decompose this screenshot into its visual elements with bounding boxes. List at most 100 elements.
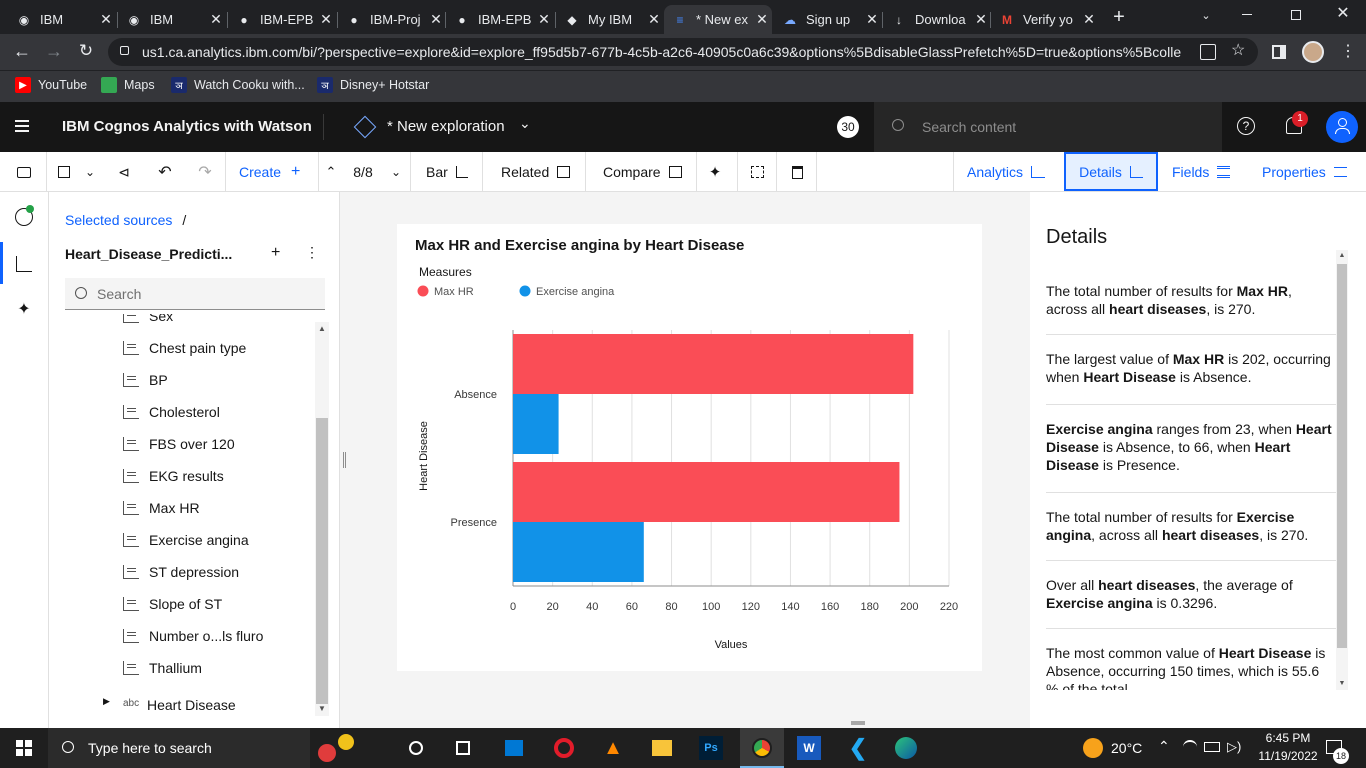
legend-label[interactable]: Exercise angina [536,286,615,298]
wifi-icon[interactable] [1183,740,1197,754]
field-max-hr[interactable]: Max HR [123,498,200,518]
close-tab-icon[interactable]: ✕ [426,11,446,28]
legend-label[interactable]: Max HR [434,286,474,298]
panel-splitter[interactable] [339,192,349,728]
close-tab-icon[interactable]: ✕ [534,11,554,28]
chevron-down-icon[interactable]: ⌄ [519,115,531,132]
hamburger-menu-icon[interactable] [15,120,29,132]
browser-tab[interactable]: ● IBM-EPB ✕ [446,5,554,34]
forward-icon[interactable]: → [44,41,64,61]
scroll-up-icon[interactable]: ▲ [1336,250,1348,262]
widgets-icon[interactable] [451,736,475,760]
save-chevron-down-icon[interactable]: ⌄ [82,152,98,192]
field-exercise-angina[interactable]: Exercise angina [123,530,249,550]
bookmark-youtube[interactable]: ▶ YouTube [15,77,87,93]
windows-start-icon[interactable] [16,740,32,756]
url-field[interactable]: us1.ca.analytics.ibm.com/bi/?perspective… [108,38,1258,66]
pin-icon[interactable]: ✦ [705,152,725,192]
chevron-up-icon[interactable]: ⌃ [323,152,339,192]
browser-tab[interactable]: ◉ IBM ✕ [8,5,116,34]
legend-swatch[interactable] [417,285,429,297]
analytics-button[interactable]: Analytics [967,152,1053,192]
field-search-input[interactable]: Search [65,278,325,310]
comment-icon[interactable] [14,152,34,192]
bookmark-hotstar[interactable]: ञ Disney+ Hotstar [317,77,429,93]
bar[interactable] [513,522,644,582]
bookmark-star-icon[interactable]: ☆ [1231,40,1249,62]
browser-tab[interactable]: ◉ IBM ✕ [118,5,226,34]
add-icon[interactable]: + [271,244,280,262]
bar[interactable] [513,462,900,522]
field-ekg-results[interactable]: EKG results [123,466,224,486]
bar[interactable] [513,394,559,454]
compare-button[interactable]: Compare [603,152,687,192]
field-number-o-ls-fluro[interactable]: Number o...ls fluro [123,626,263,646]
browser-tab[interactable]: ● IBM-Proj ✕ [338,5,446,34]
chart-type-button[interactable]: Bar [426,152,474,192]
field-fbs-over-120[interactable]: FBS over 120 [123,434,235,454]
overflow-menu-icon[interactable]: ⋮ [305,244,319,261]
browser-tab[interactable]: M Verify yo ✕ [991,5,1099,34]
bar[interactable] [513,334,914,394]
scroll-up-icon[interactable]: ▲ [315,322,329,336]
bookmark-maps[interactable]: Maps [101,77,155,93]
help-icon[interactable]: ? [1237,117,1255,135]
share-icon[interactable] [1200,44,1216,60]
bookmark-cooku[interactable]: ञ Watch Cooku with... [171,77,305,93]
field-cholesterol[interactable]: Cholesterol [123,402,220,422]
clock-date[interactable]: 11/19/2022 [1252,749,1324,763]
speaker-icon[interactable]: ▷) [1227,739,1241,755]
field-thallium[interactable]: Thallium [123,658,202,678]
scrollbar[interactable]: ▲ ▼ [315,322,329,716]
exploration-title[interactable]: * New exploration [387,118,505,135]
chevron-down-icon[interactable]: ⌄ [388,152,404,192]
restore-window-icon[interactable] [1291,10,1301,20]
tab-search-icon[interactable]: ⌄ [1196,6,1216,26]
create-button[interactable]: Create + [239,152,305,192]
fullscreen-icon[interactable] [748,152,766,192]
hierarchy-icon[interactable] [16,256,32,272]
browser-tab[interactable]: ≡ * New ex ✕ [664,5,772,34]
fields-button[interactable]: Fields [1172,152,1236,192]
close-tab-icon[interactable]: ✕ [316,11,336,28]
browser-tab[interactable]: ↓ Downloa ✕ [883,5,991,34]
file-explorer-icon[interactable] [650,736,674,760]
close-tab-icon[interactable]: ✕ [206,11,226,28]
expand-caret-icon[interactable]: ▶ [103,696,110,707]
show-hidden-icons-icon[interactable]: ⌃ [1158,738,1170,755]
close-tab-icon[interactable]: ✕ [1079,11,1099,28]
microsoft-store-icon[interactable] [502,736,526,760]
delete-icon[interactable] [789,152,805,192]
chart-card[interactable]: Max HR and Exercise angina by Heart Dise… [397,224,982,671]
user-avatar[interactable] [1326,111,1358,143]
vscode-icon[interactable]: ❮ [846,735,870,760]
opera-icon[interactable] [552,736,576,760]
close-tab-icon[interactable]: ✕ [971,11,991,28]
browser-tab[interactable]: ◆ My IBM ✕ [556,5,664,34]
reload-icon[interactable]: ↻ [76,41,96,61]
field-sex[interactable]: Sex [123,314,173,326]
scrollbar-thumb[interactable] [316,418,328,704]
browser-tab[interactable]: ● IBM-EPB ✕ [228,5,336,34]
browser-tab[interactable]: ☁ Sign up ✕ [774,5,882,34]
dataset-name[interactable]: Heart_Disease_Predicti... [65,246,232,262]
taskbar-search-box[interactable]: Type here to search [48,728,310,768]
field-bp[interactable]: BP [123,370,168,390]
vlc-icon[interactable]: ▲ [601,736,625,760]
task-view-icon[interactable] [404,736,428,760]
resize-handle[interactable] [851,721,865,725]
browser-menu-icon[interactable]: ⋮ [1340,41,1356,63]
breadcrumb-selected-sources[interactable]: Selected sources [65,212,172,228]
field-heart-disease[interactable]: Heart Disease [147,697,236,713]
save-icon[interactable] [55,152,73,192]
details-scrollbar[interactable]: ▲ ▼ [1336,250,1348,690]
field-chest-pain-type[interactable]: Chest pain type [123,338,246,358]
undo-icon[interactable]: ↶ [155,152,175,192]
close-tab-icon[interactable]: ✕ [96,11,116,28]
legend-swatch[interactable] [519,285,531,297]
back-icon[interactable]: ← [12,41,32,61]
field-st-depression[interactable]: ST depression [123,562,239,582]
battery-icon[interactable] [1204,742,1220,752]
details-button[interactable]: Details [1064,152,1158,191]
clock-time[interactable]: 6:45 PM [1258,731,1318,745]
